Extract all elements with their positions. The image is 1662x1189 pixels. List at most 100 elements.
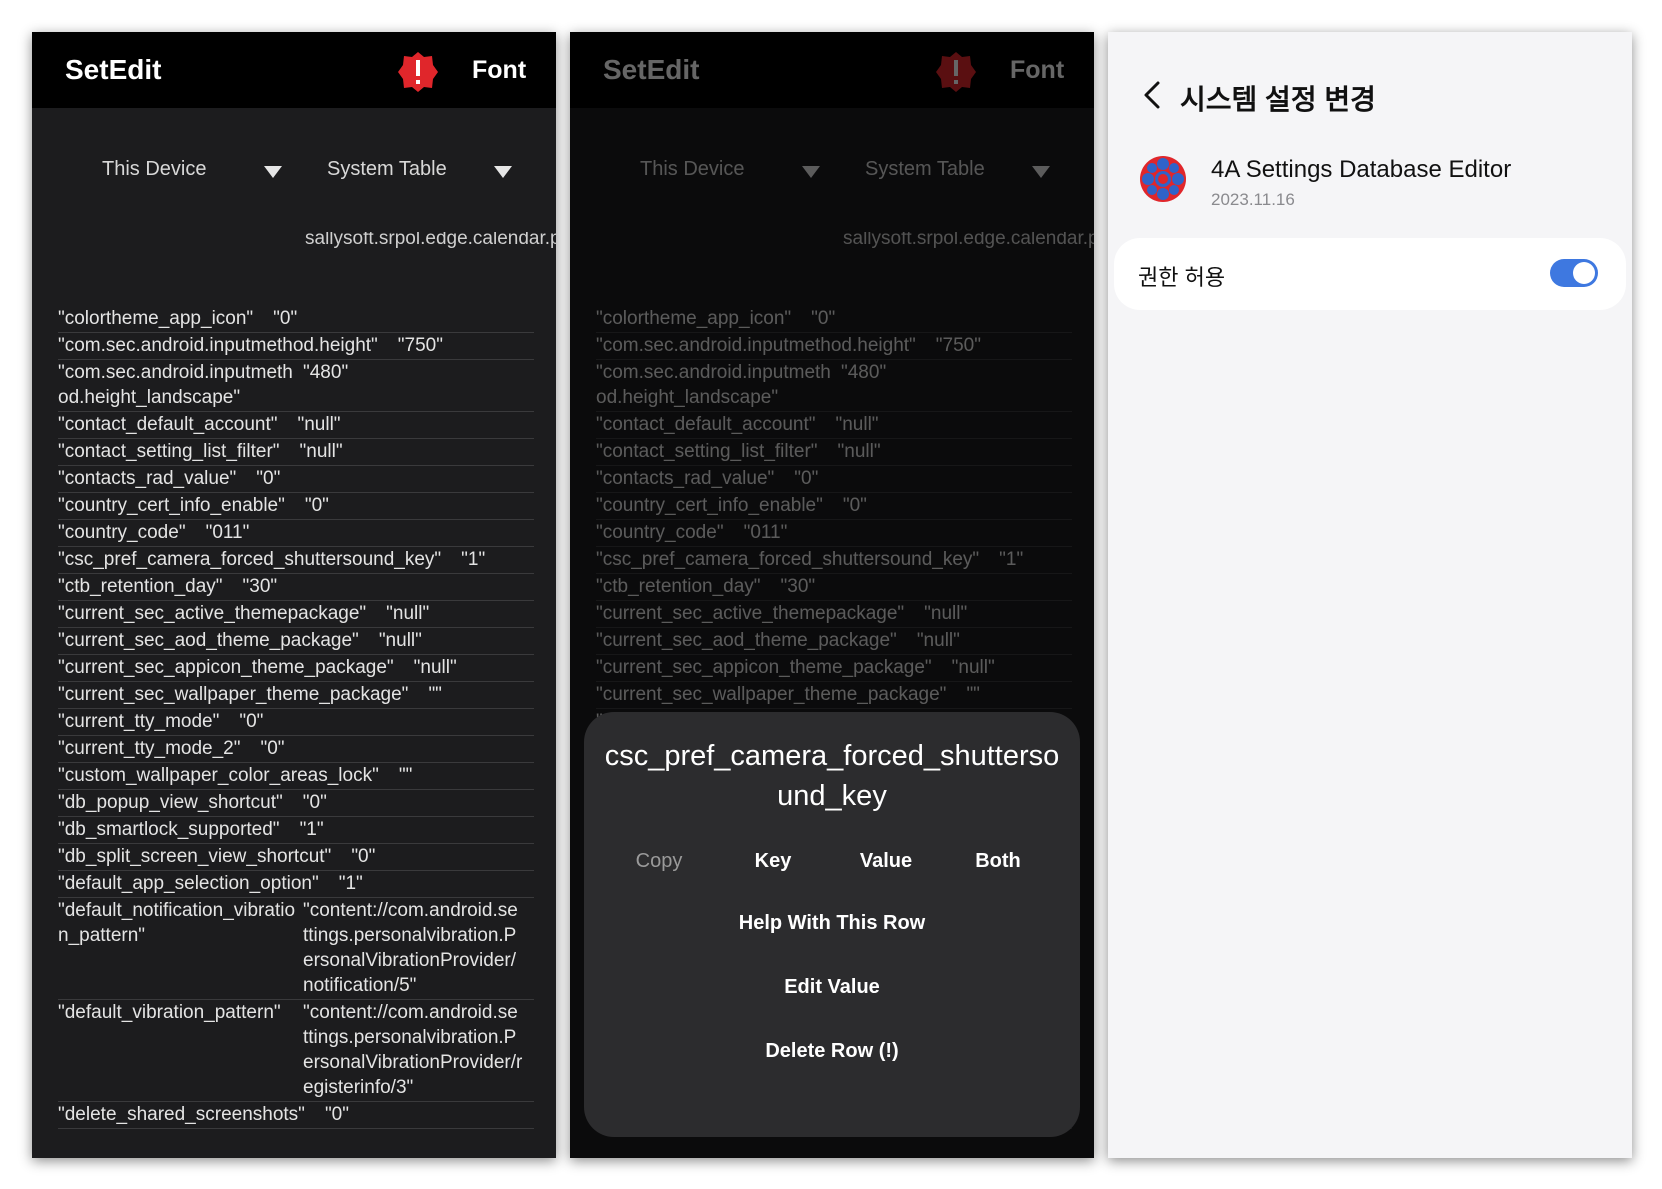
row-key: "db_smartlock_supported": [58, 819, 280, 840]
row-key: "com.sec.android.inputmethod.height_land…: [58, 362, 293, 408]
dropdown-arrow-icon: [494, 166, 512, 178]
row-value: "480": [303, 362, 349, 383]
row-options-dialog: csc_pref_camera_forced_shuttersound_key …: [584, 712, 1080, 1137]
row-value: "0": [273, 308, 298, 329]
gear-app-icon: [1140, 156, 1186, 202]
row-key: "db_popup_view_shortcut": [58, 792, 283, 813]
row-key: "csc_pref_camera_forced_shuttersound_key…: [58, 549, 442, 570]
row-value: "011": [205, 522, 250, 543]
setedit-dialog-screen: SetEdit Font This Device System Table sa…: [570, 32, 1094, 1158]
row-key: "colortheme_app_icon": [58, 308, 254, 329]
row-key: "delete_shared_screenshots": [58, 1104, 305, 1125]
row-value: "": [428, 684, 442, 705]
permission-toggle[interactable]: [1550, 259, 1598, 287]
row-key: "default_app_selection_option": [58, 873, 319, 894]
row-key: "default_vibration_pattern": [58, 1002, 281, 1023]
table-row[interactable]: "contact_default_account" "null": [58, 412, 534, 439]
table-row[interactable]: "com.sec.android.inputmethod.height_land…: [58, 360, 534, 412]
row-key: "current_sec_appicon_theme_package": [58, 657, 394, 678]
row-value: "750": [397, 335, 443, 356]
back-arrow-icon[interactable]: [1140, 80, 1164, 110]
dropdown-arrow-icon: [264, 166, 282, 178]
help-row-button[interactable]: Help With This Row: [584, 912, 1080, 935]
row-value: "0": [302, 792, 327, 813]
font-button[interactable]: Font: [472, 56, 526, 85]
table-row[interactable]: "db_popup_view_shortcut" "0": [58, 790, 534, 817]
table-row[interactable]: "contact_setting_list_filter" "null": [58, 439, 534, 466]
row-key: "current_tty_mode_2": [58, 738, 241, 759]
table-row[interactable]: "country_code" "011": [58, 520, 534, 547]
row-value: "": [398, 765, 413, 786]
row-key: "contact_setting_list_filter": [58, 441, 280, 462]
warning-icon[interactable]: [397, 51, 439, 93]
table-row[interactable]: "default_vibration_pattern" "content://co…: [58, 1000, 534, 1102]
table-row[interactable]: "current_sec_wallpaper_theme_package" "": [58, 682, 534, 709]
table-row[interactable]: "custom_wallpaper_color_areas_lock" "": [58, 763, 534, 790]
row-value: "null": [299, 441, 343, 462]
table-row[interactable]: "delete_shared_screenshots" "0": [58, 1102, 534, 1129]
row-key: "current_sec_active_themepackage": [58, 603, 367, 624]
row-value: "0": [304, 495, 329, 516]
table-row[interactable]: "country_cert_info_enable" "0": [58, 493, 534, 520]
partial-row-value: sallysoft.srpol.edge.calendar.provider.C…: [305, 232, 556, 249]
copy-value-button[interactable]: Value: [831, 850, 941, 873]
row-key: "contacts_rad_value": [58, 468, 237, 489]
table-row[interactable]: "contacts_rad_value" "0": [58, 466, 534, 493]
app-bar: SetEdit Font: [32, 32, 556, 108]
table-row[interactable]: "colortheme_app_icon" "0": [58, 306, 534, 333]
row-key: "current_tty_mode": [58, 711, 220, 732]
table-dropdown-label: System Table: [327, 158, 447, 180]
row-value: "0": [260, 738, 285, 759]
copy-key-button[interactable]: Key: [718, 850, 828, 873]
row-key: "ctb_retention_day": [58, 576, 223, 597]
table-row[interactable]: "ctb_retention_day" "30": [58, 574, 534, 601]
toggle-knob: [1573, 262, 1595, 284]
system-settings-screen: 시스템 설정 변경 4A Settings Database Editor 20…: [1108, 32, 1632, 1158]
app-name: 4A Settings Database Editor: [1211, 156, 1512, 183]
copy-options: Copy Key Value Both: [584, 850, 1080, 886]
edit-value-button[interactable]: Edit Value: [584, 976, 1080, 999]
copy-both-button[interactable]: Both: [943, 850, 1053, 873]
settings-list[interactable]: sallysoft.srpol.edge.calendar.provider.C…: [32, 232, 556, 1158]
table-row[interactable]: "current_sec_aod_theme_package" "null": [58, 628, 534, 655]
table-row[interactable]: "csc_pref_camera_forced_shuttersound_key…: [58, 547, 534, 574]
row-value: "1": [461, 549, 486, 570]
row-key: "com.sec.android.inputmethod.height": [58, 335, 378, 356]
row-key: "custom_wallpaper_color_areas_lock": [58, 765, 379, 786]
row-value: "content://com.android.settings.personal…: [303, 900, 518, 996]
row-key: "default_notification_vibration_pattern": [58, 900, 296, 946]
row-value: "1": [338, 873, 363, 894]
row-value: "1": [299, 819, 324, 840]
row-key: "country_code": [58, 522, 186, 543]
copy-label: Copy: [635, 850, 683, 872]
table-row[interactable]: "db_smartlock_supported" "1": [58, 817, 534, 844]
row-value: "0": [351, 846, 376, 867]
row-key: "contact_default_account": [58, 414, 278, 435]
table-row[interactable]: "com.sec.android.inputmethod.height" "750…: [58, 333, 534, 360]
app-title: SetEdit: [65, 54, 162, 85]
row-value: "0": [256, 468, 281, 489]
row-value: "30": [242, 576, 278, 597]
app-version-date: 2023.11.16: [1211, 190, 1295, 209]
table-dropdown[interactable]: System Table: [327, 152, 512, 192]
table-row[interactable]: "current_tty_mode_2" "0": [58, 736, 534, 763]
table-row[interactable]: "current_tty_mode" "0": [58, 709, 534, 736]
setedit-screen: SetEdit Font This Device System Table sa…: [32, 32, 556, 1158]
row-key: "country_cert_info_enable": [58, 495, 285, 516]
row-value: "null": [378, 630, 422, 651]
row-value: "0": [239, 711, 264, 732]
row-key: "db_split_screen_view_shortcut": [58, 846, 332, 867]
table-row[interactable]: "default_notification_vibration_pattern"…: [58, 898, 534, 1000]
delete-row-button[interactable]: Delete Row (!): [584, 1040, 1080, 1063]
row-value: "null": [413, 657, 457, 678]
row-key: "current_sec_wallpaper_theme_package": [58, 684, 409, 705]
table-row[interactable]: "default_app_selection_option" "1": [58, 871, 534, 898]
table-row[interactable]: "db_split_screen_view_shortcut" "0": [58, 844, 534, 871]
row-value: "null": [386, 603, 430, 624]
device-dropdown[interactable]: This Device: [102, 152, 282, 192]
table-row[interactable]: "current_sec_active_themepackage" "null": [58, 601, 534, 628]
table-row[interactable]: "current_sec_appicon_theme_package" "null…: [58, 655, 534, 682]
row-value: "content://com.android.settings.personal…: [303, 1002, 523, 1098]
permission-card[interactable]: 권한 허용: [1114, 238, 1626, 310]
row-value: "0": [324, 1104, 349, 1125]
